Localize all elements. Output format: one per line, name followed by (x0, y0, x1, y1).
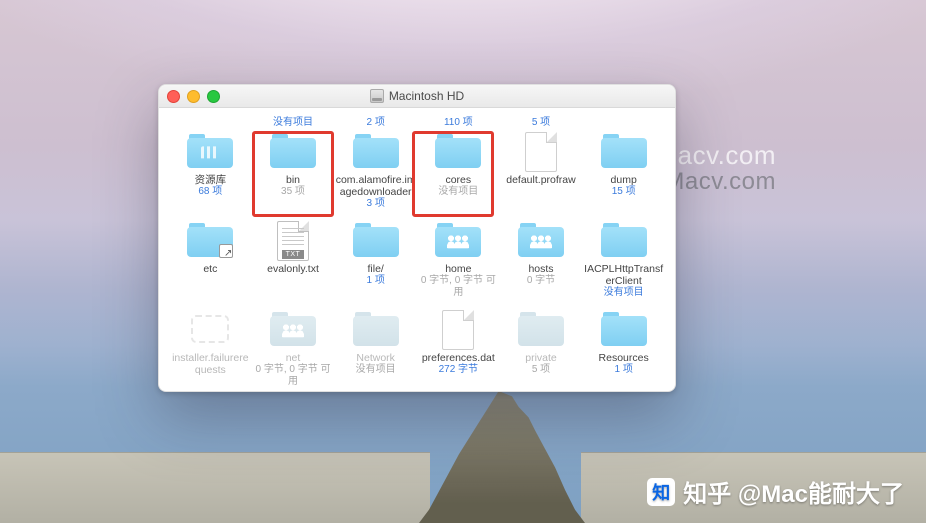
folder-icon (269, 131, 317, 171)
item-name: file/ (367, 263, 383, 275)
stub-label (582, 107, 665, 129)
item-name: dump (611, 174, 637, 186)
stub-label: 没有项目 (252, 107, 335, 129)
stub-label: 5 项 (500, 107, 583, 129)
item-name: com.alamofire.imagedownloader (336, 174, 416, 198)
file-item[interactable]: bin35 项 (252, 131, 335, 210)
finder-content[interactable]: 没有项目 2 项 110 项 5 项 资源库68 项bin35 项com.ala… (159, 107, 675, 391)
item-name: bin (286, 174, 300, 186)
finder-window[interactable]: Macintosh HD 没有项目 2 项 110 项 5 项 资源库68 项b… (158, 84, 676, 392)
item-name: preferences.dat (422, 352, 495, 364)
item-subtitle: 1 项 (614, 364, 632, 376)
file-item[interactable]: etc (169, 220, 252, 299)
file-item[interactable]: net0 字节, 0 字节 可用 (252, 309, 335, 388)
zoom-button[interactable] (207, 90, 220, 103)
item-subtitle: 1 项 (366, 275, 384, 287)
item-name: net (286, 352, 301, 364)
stub-label (169, 107, 252, 129)
folder-icon (600, 309, 648, 349)
doc-blank-icon (517, 131, 565, 171)
window-title: Macintosh HD (370, 89, 464, 103)
file-item[interactable]: default.profraw (500, 131, 583, 210)
item-name: installer.failurerequests (170, 352, 250, 376)
item-subtitle: 没有项目 (356, 364, 396, 376)
watermark-line2: Macv.com (664, 168, 776, 196)
watermark-line1: acv.com (678, 140, 776, 171)
folder-icon (352, 220, 400, 260)
item-name: Resources (599, 352, 649, 364)
folder-people-icon (434, 220, 482, 260)
file-item[interactable]: IACPLHttpTransferClient没有项目 (582, 220, 665, 299)
desktop: acv.com Macv.com Macintosh HD 没有项目 2 项 1… (0, 0, 926, 523)
item-subtitle: 272 字节 (439, 364, 478, 376)
folder-icon (352, 131, 400, 171)
close-button[interactable] (167, 90, 180, 103)
item-subtitle: 3 项 (366, 198, 384, 210)
doc-txt-icon: TXT (269, 220, 317, 260)
minimize-button[interactable] (187, 90, 200, 103)
stub-label: 2 项 (334, 107, 417, 129)
folder-people-icon (517, 220, 565, 260)
item-name: etc (203, 263, 217, 275)
item-subtitle: 0 字节 (527, 275, 555, 287)
item-name: home (445, 263, 471, 275)
file-item[interactable]: TXT evalonly.txt (252, 220, 335, 299)
file-item[interactable]: 资源库68 项 (169, 131, 252, 210)
item-name: evalonly.txt (267, 263, 319, 275)
file-item[interactable]: private5 项 (500, 309, 583, 388)
folder-icon (434, 131, 482, 171)
item-subtitle: 0 字节, 0 字节 可用 (417, 275, 500, 299)
item-name: cores (445, 174, 471, 186)
item-subtitle: 5 项 (532, 364, 550, 376)
file-item[interactable]: hosts0 字节 (500, 220, 583, 299)
file-item[interactable]: Network没有项目 (334, 309, 417, 388)
zhihu-logo: 知 (647, 478, 675, 506)
window-title-text: Macintosh HD (389, 89, 464, 103)
folder-alias-icon (186, 220, 234, 260)
file-item[interactable]: preferences.dat272 字节 (417, 309, 500, 388)
file-item[interactable]: home0 字节, 0 字节 可用 (417, 220, 500, 299)
terrain-left (0, 452, 430, 523)
item-subtitle: 没有项目 (438, 186, 478, 198)
item-subtitle: 35 项 (281, 186, 305, 198)
file-item[interactable]: com.alamofire.imagedownloader3 项 (334, 131, 417, 210)
folder-icon (352, 309, 400, 349)
folder-icon (517, 309, 565, 349)
file-item[interactable]: Resources1 项 (582, 309, 665, 388)
item-subtitle: 15 项 (612, 186, 636, 198)
stub-label: 110 项 (417, 107, 500, 129)
hd-icon (370, 89, 384, 103)
icon-grid: 资源库68 项bin35 项com.alamofire.imagedownloa… (159, 129, 675, 391)
partial-row-stubs: 没有项目 2 项 110 项 5 项 (159, 107, 675, 129)
file-item[interactable]: file/1 项 (334, 220, 417, 299)
item-subtitle: 68 项 (198, 186, 222, 198)
file-item[interactable]: cores没有项目 (417, 131, 500, 210)
item-name: IACPLHttpTransferClient (584, 263, 664, 287)
file-item[interactable]: installer.failurerequests (169, 309, 252, 388)
credit: 知 知乎 @Mac能耐大了 (647, 474, 904, 509)
folder-lib-icon (186, 131, 234, 171)
doc-blank-icon (434, 309, 482, 349)
item-name: default.profraw (506, 174, 575, 186)
traffic-lights (167, 90, 220, 103)
item-name: 资源库 (195, 174, 227, 186)
folder-people-icon (269, 309, 317, 349)
item-name: private (525, 352, 557, 364)
rock-formation (419, 391, 585, 523)
item-name: Network (356, 352, 395, 364)
folder-icon (600, 131, 648, 171)
file-item[interactable]: dump15 项 (582, 131, 665, 210)
item-subtitle: 没有项目 (604, 287, 644, 299)
credit-text: 知乎 @Mac能耐大了 (683, 474, 904, 509)
item-name: hosts (528, 263, 553, 275)
hollow-icon (186, 309, 234, 349)
folder-icon (600, 220, 648, 260)
item-subtitle: 0 字节, 0 字节 可用 (252, 364, 335, 388)
titlebar[interactable]: Macintosh HD (159, 85, 675, 108)
